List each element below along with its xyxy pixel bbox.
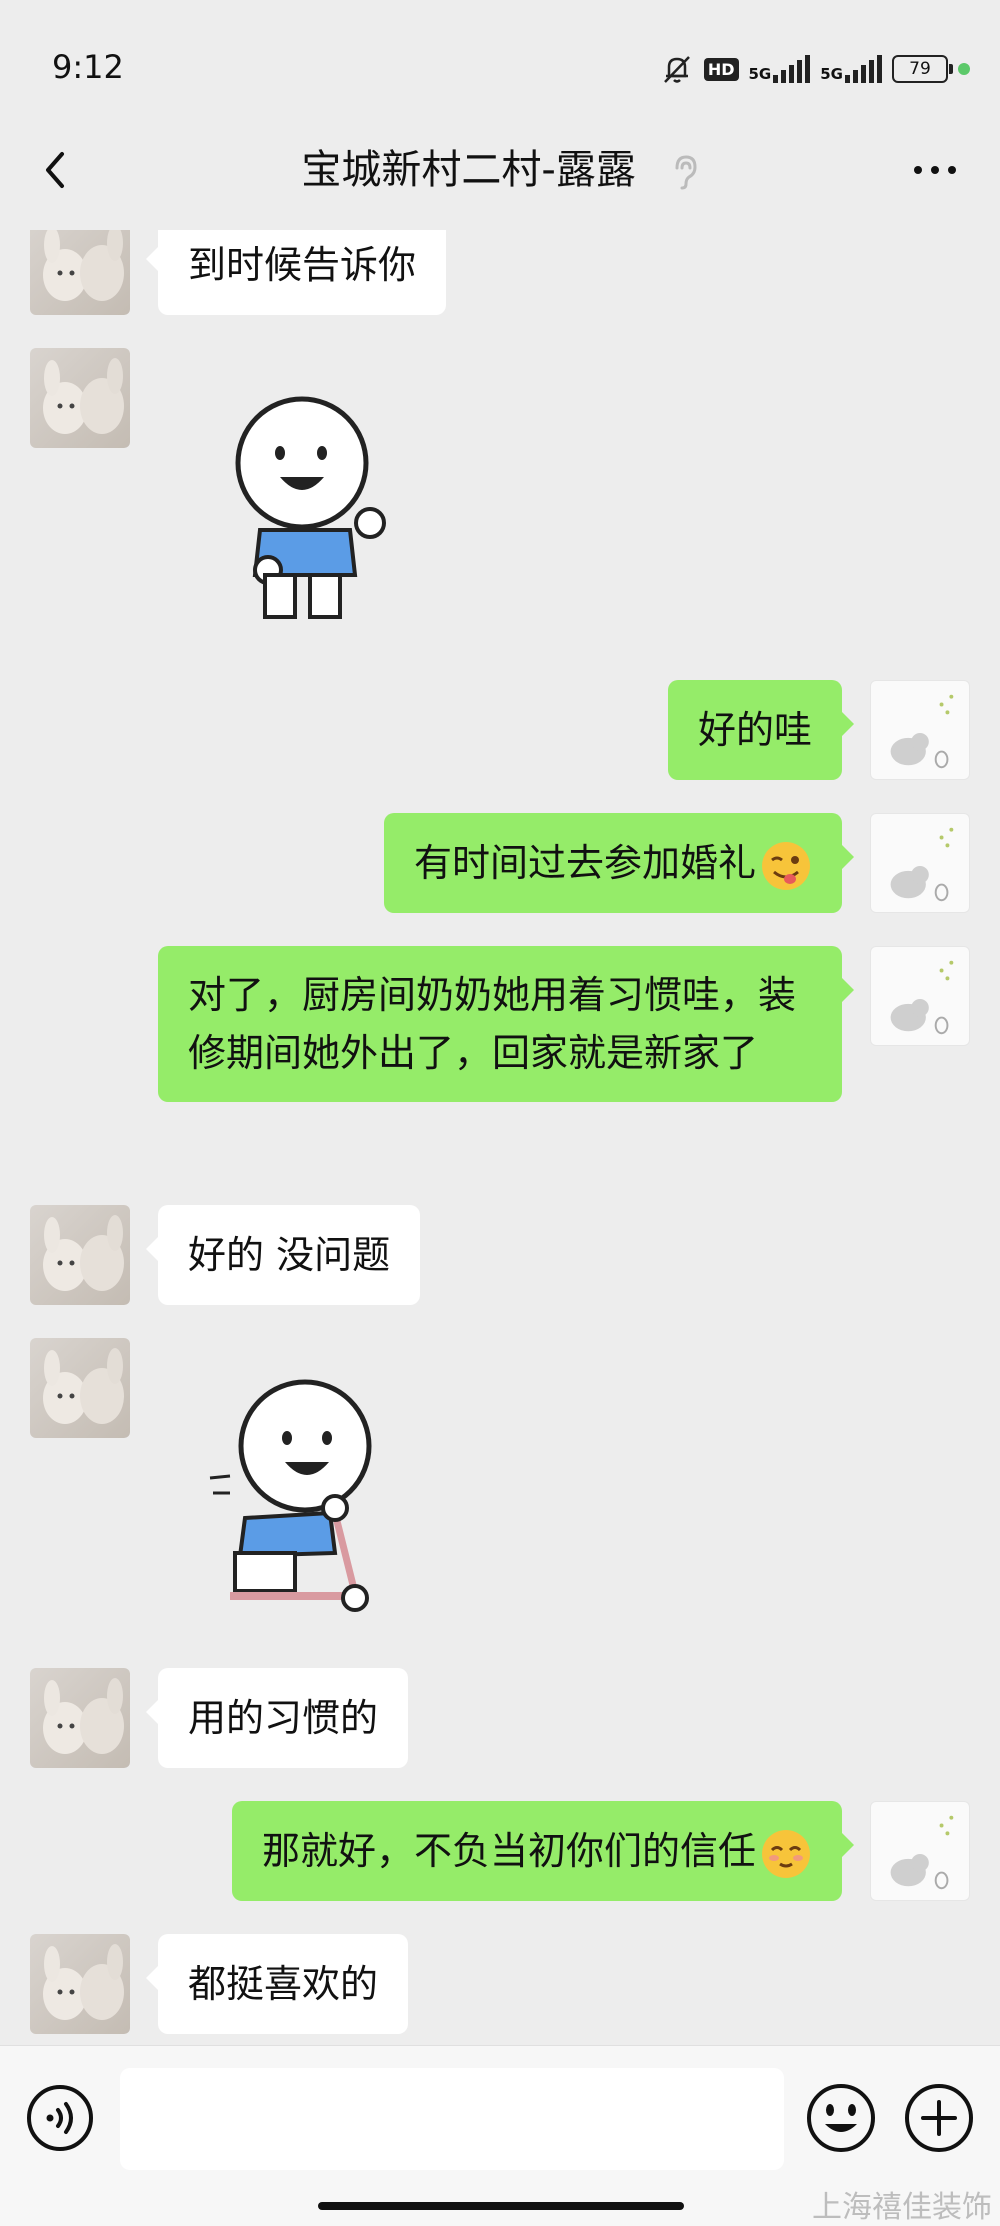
chat-title-wrap: 宝城新村二村-露露	[0, 140, 1000, 200]
message-text: 有时间过去参加婚礼	[413, 841, 756, 885]
message-bubble[interactable]: 有时间过去参加婚礼	[383, 813, 855, 913]
bunny-avatar-icon	[43, 1678, 124, 1754]
message-bubble[interactable]: 到时候告诉你	[145, 230, 447, 315]
message-text: 都挺喜欢的	[188, 1962, 379, 2006]
network-label-2: 5G	[820, 65, 843, 83]
status-bar: 9:12 HD 5G 5G 79	[0, 0, 1000, 130]
avatar[interactable]	[30, 1934, 130, 2034]
bell-muted-icon	[663, 56, 690, 83]
smile-icon[interactable]	[805, 2082, 877, 2154]
plus-icon[interactable]	[903, 2082, 975, 2154]
elephant-avatar-icon	[890, 1815, 954, 1890]
watermark: 上海禧佳装饰	[812, 2190, 992, 2225]
chat-title: 宝城新村二村-露露	[301, 147, 636, 193]
message-text: 到时候告诉你	[188, 243, 417, 287]
elephant-avatar-icon	[890, 960, 954, 1035]
message-list[interactable]: 到时候告诉你 好的哇 有时间过去参加婚礼 对了，厨房间奶奶她用着习惯哇，装修期间…	[0, 230, 1000, 2045]
voice-icon[interactable]	[26, 2084, 94, 2152]
message-text: 对了，厨房间奶奶她用着习惯哇，装修期间她外出了，回家就是新家了	[188, 973, 797, 1075]
waving-cartoon-sticker[interactable]	[210, 395, 400, 625]
network-label: 5G	[748, 65, 772, 83]
message-text: 用的习惯的	[188, 1696, 379, 1740]
message-text: 好的哇	[697, 708, 812, 752]
hd-voice-icon: HD	[703, 57, 739, 81]
bunny-avatar-icon	[43, 1215, 124, 1291]
avatar[interactable]	[870, 946, 970, 1046]
message-text: 好的 没问题	[188, 1233, 391, 1277]
message-bubble[interactable]: 对了，厨房间奶奶她用着习惯哇，装修期间她外出了，回家就是新家了	[158, 946, 854, 1102]
avatar[interactable]	[30, 1668, 130, 1768]
avatar[interactable]	[870, 680, 970, 780]
signal-icon-2: 5G	[820, 55, 882, 83]
message-bubble[interactable]: 好的哇	[667, 680, 855, 780]
more-dots-icon[interactable]	[910, 155, 960, 185]
message-bubble[interactable]: 都挺喜欢的	[145, 1934, 409, 2034]
message-bubble[interactable]: 好的 没问题	[145, 1205, 421, 1305]
home-indicator[interactable]	[318, 2202, 684, 2210]
ear-icon	[675, 155, 697, 190]
bunny-avatar-icon	[43, 230, 124, 301]
elephant-avatar-icon	[890, 694, 954, 769]
chat-header: 宝城新村二村-露露	[0, 130, 1000, 230]
shy-smile-emoji-icon	[762, 1829, 810, 1878]
message-input[interactable]	[120, 2068, 784, 2170]
elephant-avatar-icon	[890, 827, 954, 902]
bunny-avatar-icon	[43, 358, 124, 434]
wink-tongue-emoji-icon	[762, 841, 810, 890]
scooter-cartoon-sticker[interactable]	[205, 1378, 405, 1618]
clock: 9:12	[52, 48, 124, 86]
status-icons: HD 5G 5G 79	[660, 52, 970, 86]
avatar[interactable]	[30, 348, 130, 448]
avatar[interactable]	[870, 813, 970, 913]
battery-icon: 79	[892, 55, 953, 83]
signal-icon: 5G	[749, 55, 811, 83]
privacy-dot	[958, 63, 970, 75]
avatar[interactable]	[30, 1338, 130, 1438]
bunny-avatar-icon	[43, 1348, 124, 1424]
message-text: 那就好，不负当初你们的信任	[261, 1829, 756, 1873]
avatar[interactable]	[30, 1205, 130, 1305]
message-bubble[interactable]: 那就好，不负当初你们的信任	[231, 1801, 855, 1901]
message-bubble[interactable]: 用的习惯的	[145, 1668, 409, 1768]
battery-level: 79	[909, 59, 931, 79]
avatar[interactable]	[870, 1801, 970, 1901]
avatar[interactable]	[30, 230, 130, 315]
bunny-avatar-icon	[43, 1944, 124, 2020]
